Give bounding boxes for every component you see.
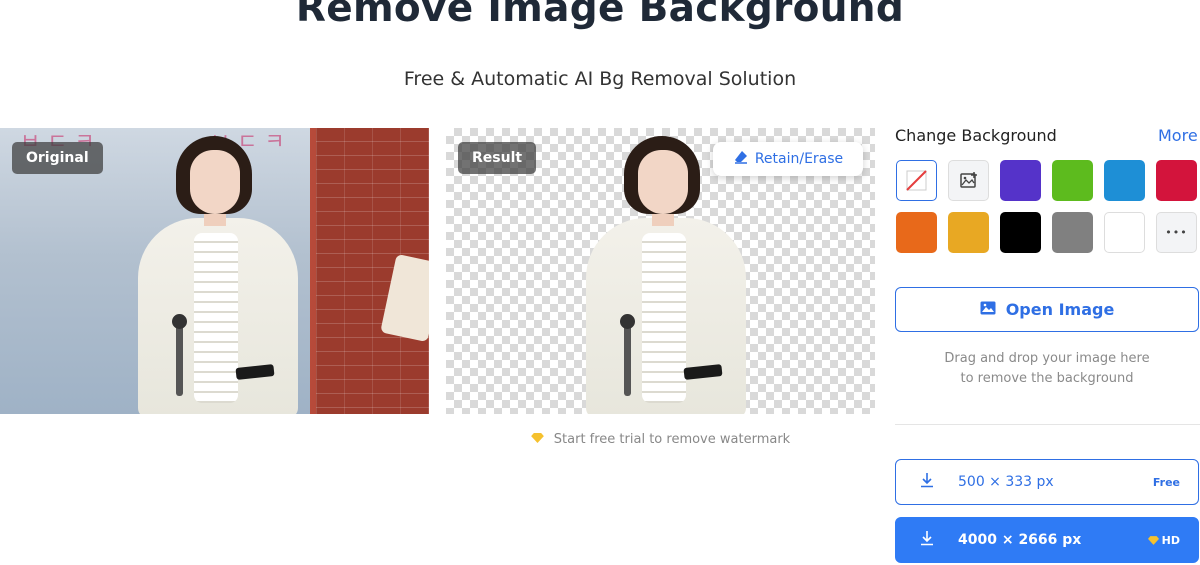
swatch-white[interactable] (1104, 212, 1145, 253)
page-subtitle: Free & Automatic AI Bg Removal Solution (403, 68, 797, 90)
swatch-green[interactable] (1052, 160, 1093, 201)
more-colors-button[interactable]: ••• (1156, 212, 1197, 253)
download-free-button[interactable]: 500 × 333 px Free (895, 459, 1199, 505)
no-background-icon (906, 170, 927, 191)
swatch-upload[interactable] (948, 160, 989, 201)
drop-hint-line2: to remove the background (960, 371, 1134, 386)
page-title: Remove Image Background (295, 0, 905, 31)
watermark-text: Start free trial to remove watermark (553, 432, 791, 447)
eraser-icon (733, 149, 749, 169)
swatch-blue[interactable] (1104, 160, 1145, 201)
open-image-button[interactable]: Open Image (895, 287, 1199, 332)
download-hd-button[interactable]: 4000 × 2666 px HD (895, 517, 1199, 563)
retain-erase-label: Retain/Erase (754, 151, 844, 167)
result-label-badge: Result (458, 142, 537, 174)
download-icon (896, 471, 958, 493)
open-image-label: Open Image (1005, 300, 1115, 319)
more-dots-icon: ••• (1165, 226, 1188, 239)
original-label-badge: Original (12, 142, 103, 174)
download-free-size: 500 × 333 px (958, 474, 1054, 490)
image-add-icon (960, 172, 977, 188)
person-figure (118, 128, 318, 414)
swatch-black[interactable] (1000, 212, 1041, 253)
hd-tag-label: HD (1161, 533, 1180, 547)
download-icon (896, 529, 958, 551)
diamond-icon (1147, 535, 1159, 545)
drop-hint-line1: Drag and drop your image here (944, 351, 1150, 366)
swatch-none[interactable] (896, 160, 937, 201)
swatch-red[interactable] (1156, 160, 1197, 201)
swatch-gray[interactable] (1052, 212, 1093, 253)
retain-erase-button[interactable]: Retain/Erase (713, 142, 863, 176)
free-tag: Free (1152, 475, 1180, 489)
watermark-notice[interactable]: Start free trial to remove watermark (446, 432, 875, 447)
change-background-heading: Change Background (895, 126, 1057, 145)
diamond-icon (530, 432, 544, 447)
swatch-purple[interactable] (1000, 160, 1041, 201)
more-backgrounds-link[interactable]: More (1158, 126, 1198, 145)
swatch-yellow[interactable] (948, 212, 989, 253)
image-icon (980, 300, 996, 319)
download-hd-size: 4000 × 2666 px (958, 532, 1082, 548)
hd-tag: HD (1147, 533, 1180, 547)
swatch-orange[interactable] (896, 212, 937, 253)
sidebar-divider (895, 424, 1200, 425)
